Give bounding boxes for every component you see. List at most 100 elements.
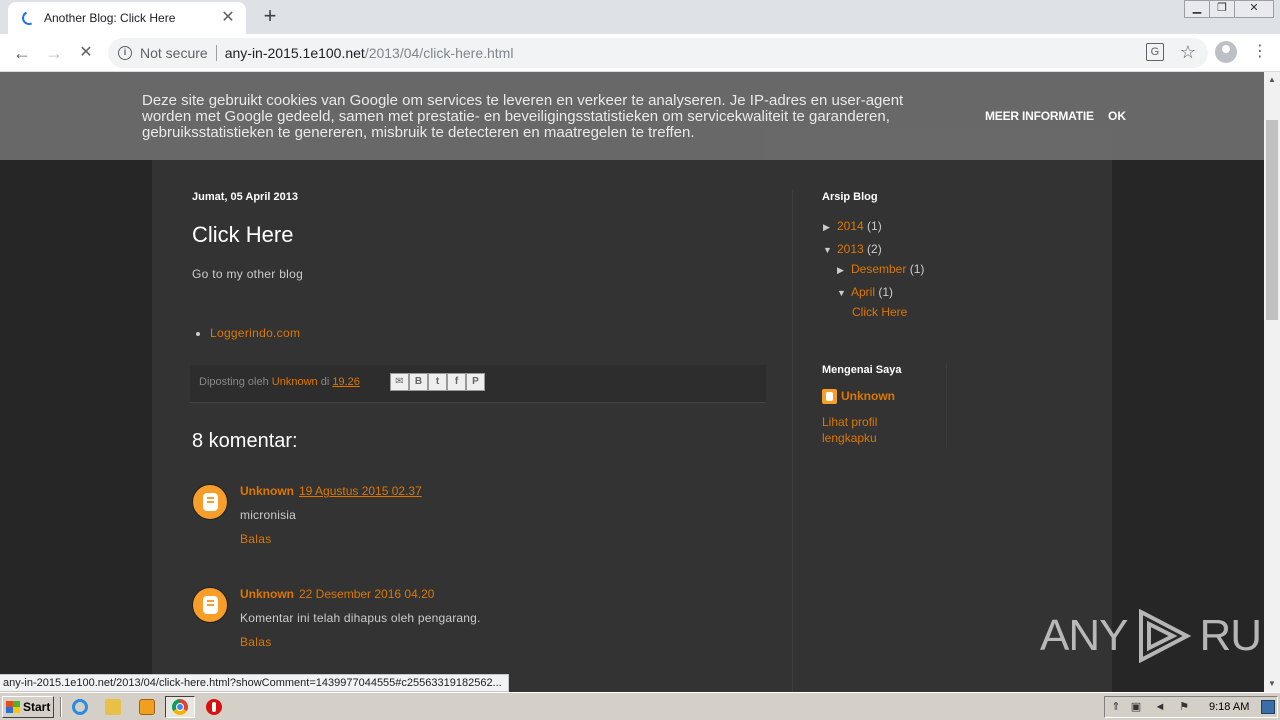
kebab-menu-icon[interactable]: ⋮	[1252, 41, 1268, 63]
start-button[interactable]: Start	[2, 696, 54, 718]
share-buttons: ✉ B t f P	[390, 373, 485, 391]
tab-strip: Another Blog: Click Here ✕ + ▁ ❐ ✕	[0, 0, 1280, 34]
info-icon[interactable]: i	[118, 46, 132, 60]
address-bar[interactable]: i Not secure any-in-2015.1e100.net/2013/…	[108, 38, 1208, 68]
cookie-banner: Deze site gebruikt cookies van Google om…	[0, 72, 1264, 160]
new-tab-button[interactable]: +	[258, 4, 282, 28]
archive-post-link[interactable]: Click Here	[852, 305, 907, 319]
watermark-left: ANY	[1040, 611, 1128, 660]
comments-title: 8 komentar:	[192, 430, 298, 452]
omnibox-divider	[215, 45, 217, 61]
archive-month-april[interactable]: ▼ April (1)	[837, 285, 893, 299]
triangle-down-icon[interactable]: ▼	[823, 245, 837, 255]
scroll-up-icon[interactable]: ▲	[1264, 72, 1280, 88]
more-info-button[interactable]: MEER INFORMATIE	[985, 109, 1094, 123]
archive-year-2013[interactable]: ▼ 2013 (2)	[823, 242, 882, 256]
browser-toolbar: ← → ✕ i Not secure any-in-2015.1e100.net…	[0, 34, 1280, 72]
taskbar-separator	[60, 697, 62, 717]
triangle-down-icon[interactable]: ▼	[837, 288, 851, 298]
cookie-text: Deze site gebruikt cookies van Google om…	[142, 92, 904, 141]
comment-author[interactable]: Unknown	[240, 587, 294, 601]
stop-loading-icon[interactable]: ✕	[74, 41, 98, 65]
comment-time[interactable]: 22 Desember 2016 04.20	[299, 587, 434, 601]
blogger-icon	[822, 389, 837, 404]
byline-at: di	[320, 376, 330, 388]
profile-avatar-icon[interactable]	[1215, 41, 1237, 63]
network-icon[interactable]: ▣	[1129, 700, 1143, 714]
ok-button[interactable]: OK	[1108, 109, 1126, 123]
profile-name-link[interactable]: Unknown	[841, 389, 895, 403]
post-title: Click Here	[192, 222, 294, 247]
comment-text: Komentar ini telah dihapus oleh pengaran…	[240, 611, 481, 625]
profile-full-link[interactable]: Lihat profil lengkapku	[822, 414, 922, 446]
browser-tab[interactable]: Another Blog: Click Here ✕	[8, 2, 246, 34]
twitter-icon[interactable]: t	[428, 373, 447, 391]
maximize-button[interactable]: ❐	[1209, 0, 1235, 18]
show-desktop-icon[interactable]	[1261, 700, 1275, 714]
comment-text: micronisia	[240, 508, 297, 522]
page-viewport: Jumat, 05 April 2013 Click Here Go to my…	[0, 72, 1264, 692]
chrome-taskbar-button[interactable]	[165, 696, 195, 718]
about-title: Mengenai Saya	[822, 364, 902, 376]
url-host[interactable]: any-in-2015.1e100.net	[225, 45, 365, 61]
blogger-avatar-icon[interactable]	[192, 484, 228, 520]
internet-explorer-icon[interactable]	[72, 699, 88, 715]
vertical-scrollbar[interactable]: ▲ ▼	[1264, 72, 1280, 692]
bookmark-star-icon[interactable]: ☆	[1180, 43, 1196, 61]
facebook-icon[interactable]: f	[447, 373, 466, 391]
archive-month-desember[interactable]: ▶ Desember (1)	[837, 262, 924, 276]
security-label[interactable]: Not secure	[140, 45, 208, 61]
windows-flag-icon	[6, 701, 20, 713]
triangle-right-icon[interactable]: ▶	[837, 265, 851, 276]
pinterest-icon[interactable]: P	[466, 373, 485, 391]
archive-year-2014[interactable]: ▶ 2014 (1)	[823, 219, 882, 233]
media-player-icon[interactable]	[139, 699, 155, 715]
action-center-flag-icon[interactable]: ⚑	[1177, 700, 1191, 714]
post-link-list: Loggerindo.com	[210, 326, 300, 340]
byline-author-link[interactable]: Unknown	[272, 376, 318, 388]
post-footer: Diposting oleh Unknown di 19.26 ✉ B t f …	[190, 365, 766, 403]
blogger-icon[interactable]: B	[409, 373, 428, 391]
archive-title: Arsip Blog	[822, 191, 878, 203]
post-body: Go to my other blog	[192, 267, 304, 281]
byline-time-link[interactable]: 19.26	[332, 376, 360, 388]
comment-time[interactable]: 19 Agustus 2015 02.37	[299, 484, 422, 498]
triangle-right-icon[interactable]: ▶	[823, 222, 837, 233]
loading-spinner-icon	[20, 9, 38, 27]
post-link[interactable]: Loggerindo.com	[210, 326, 300, 340]
minimize-button[interactable]: ▁	[1184, 0, 1210, 18]
opera-icon[interactable]	[206, 699, 222, 715]
play-triangle-icon	[1139, 608, 1192, 664]
forward-arrow-icon[interactable]: →	[42, 41, 66, 65]
anyrun-watermark: ANY RUN	[1040, 608, 1264, 664]
byline-prefix: Diposting oleh	[199, 376, 269, 388]
window-close-button[interactable]: ✕	[1234, 0, 1274, 18]
translate-icon[interactable]: G	[1145, 43, 1164, 61]
url-path[interactable]: /2013/04/click-here.html	[365, 45, 514, 61]
post-date: Jumat, 05 April 2013	[192, 191, 298, 203]
profile-divider	[946, 364, 947, 448]
omnibox-actions: G ☆	[1145, 43, 1196, 61]
folder-icon[interactable]	[105, 699, 121, 715]
volume-icon[interactable]: ◄	[1153, 700, 1167, 714]
email-icon[interactable]: ✉	[390, 373, 409, 391]
status-bar-url: any-in-2015.1e100.net/2013/04/click-here…	[0, 674, 509, 692]
clock[interactable]: 9:18 AM	[1209, 701, 1249, 713]
chrome-icon	[172, 699, 188, 715]
system-tray: ⇑ ▣ ◄ ⚑ 9:18 AM	[1104, 696, 1278, 718]
start-label: Start	[23, 700, 51, 714]
watermark-right: RUN	[1199, 611, 1264, 660]
back-arrow-icon[interactable]: ←	[10, 41, 34, 65]
reply-link[interactable]: Balas	[240, 635, 272, 649]
blogger-avatar-icon[interactable]	[192, 587, 228, 623]
scroll-thumb[interactable]	[1266, 120, 1278, 320]
windows-taskbar: Start ⇑ ▣ ◄ ⚑ 9:18 AM	[0, 692, 1280, 720]
post-byline: Diposting oleh Unknown di 19.26	[199, 376, 360, 388]
scroll-down-icon[interactable]: ▼	[1264, 676, 1280, 692]
tray-expand-icon[interactable]: ⇑	[1109, 700, 1123, 714]
tab-close-icon[interactable]: ✕	[220, 10, 236, 26]
list-item: Loggerindo.com	[210, 326, 300, 340]
comment-author[interactable]: Unknown	[240, 484, 294, 498]
tab-title: Another Blog: Click Here	[44, 11, 176, 25]
reply-link[interactable]: Balas	[240, 532, 272, 546]
